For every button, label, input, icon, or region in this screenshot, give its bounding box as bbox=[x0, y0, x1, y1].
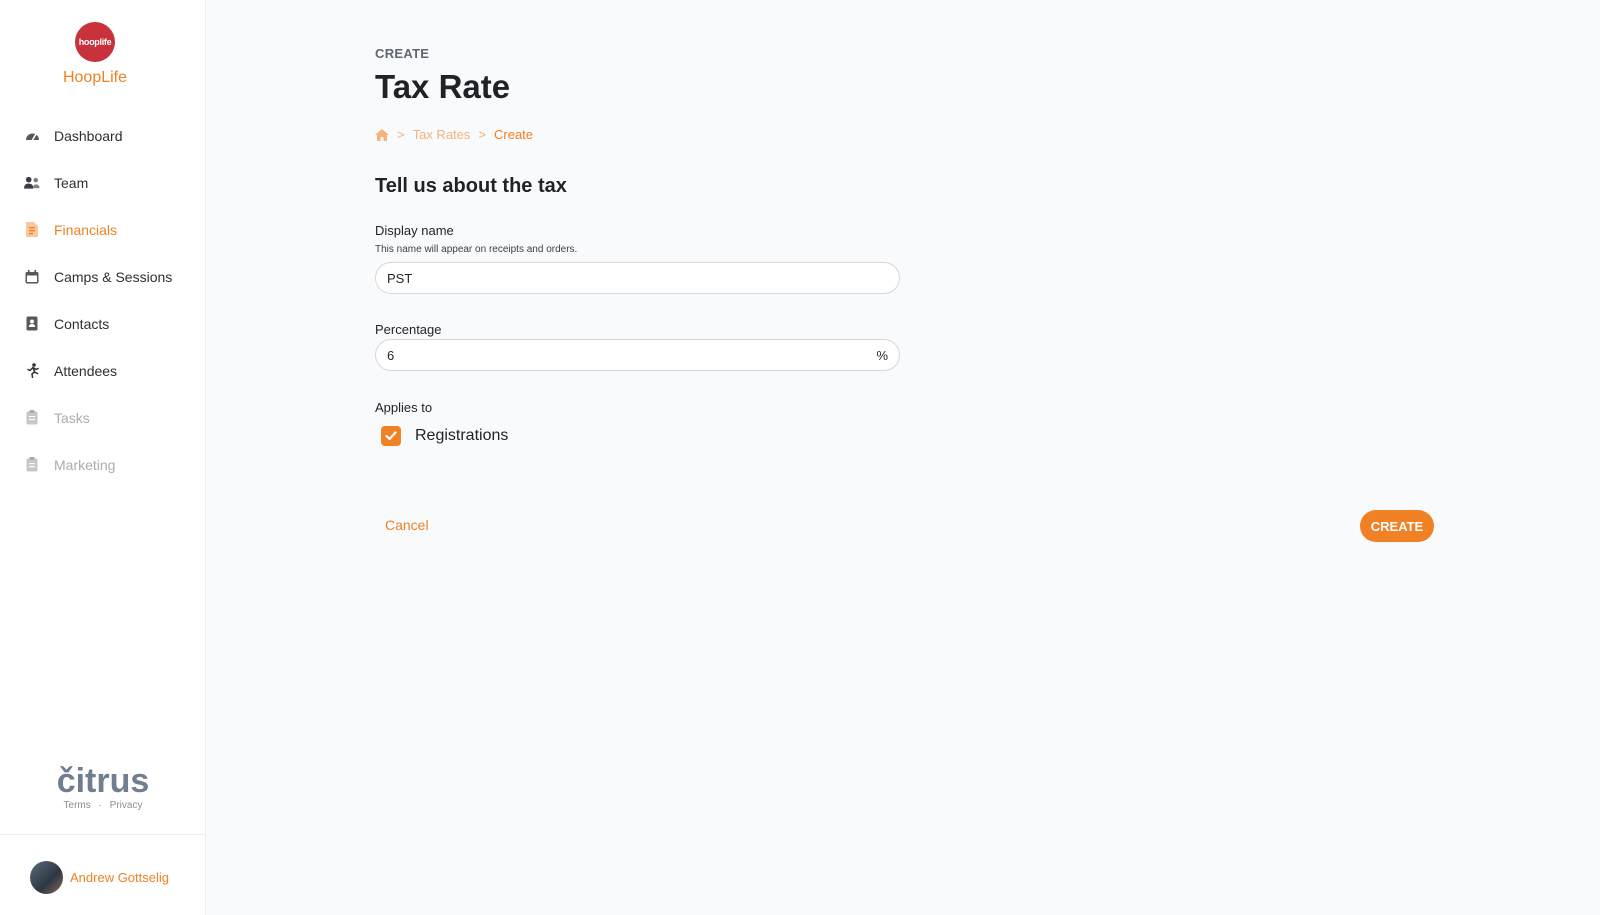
registrations-option[interactable]: Registrations bbox=[381, 426, 508, 446]
home-icon[interactable] bbox=[375, 128, 389, 141]
sidebar-item-contacts[interactable]: Contacts bbox=[0, 300, 206, 347]
brand-logo-text: hooplife bbox=[78, 37, 112, 47]
sidebar-item-label: Attendees bbox=[54, 362, 118, 379]
speedometer-icon bbox=[24, 128, 40, 144]
user-profile[interactable]: Andrew Gottselig bbox=[30, 861, 169, 894]
user-name: Andrew Gottselig bbox=[70, 870, 169, 885]
sidebar-item-camps-sessions[interactable]: Camps & Sessions bbox=[0, 253, 206, 300]
address-book-icon bbox=[24, 316, 40, 332]
percentage-field[interactable]: % bbox=[375, 339, 900, 371]
sidebar: hooplife HoopLife Dashboard Team Financi… bbox=[0, 0, 206, 915]
sidebar-item-label: Financials bbox=[54, 221, 118, 238]
sidebar-item-label: Marketing bbox=[54, 456, 116, 473]
citrus-logo: čitrus bbox=[56, 762, 150, 800]
breadcrumb-separator: > bbox=[397, 127, 405, 142]
people-icon bbox=[24, 175, 40, 191]
avatar[interactable] bbox=[30, 861, 63, 894]
cancel-button[interactable]: Cancel bbox=[385, 517, 429, 533]
sidebar-item-marketing[interactable]: Marketing bbox=[0, 441, 206, 488]
breadcrumb-current: Create bbox=[494, 127, 534, 142]
sidebar-item-team[interactable]: Team bbox=[0, 159, 206, 206]
display-name-field[interactable] bbox=[375, 262, 900, 294]
breadcrumb-tax-rates[interactable]: Tax Rates bbox=[413, 127, 471, 142]
percentage-input[interactable] bbox=[387, 347, 877, 363]
percentage-label: Percentage bbox=[375, 322, 442, 337]
brand-name: HoopLife bbox=[62, 69, 128, 86]
divider bbox=[0, 834, 206, 835]
breadcrumb: > Tax Rates > Create bbox=[375, 127, 533, 142]
breadcrumb-separator: > bbox=[478, 127, 486, 142]
citrus-branding: čitrus Terms · Privacy bbox=[0, 764, 206, 811]
running-person-icon bbox=[24, 363, 40, 379]
sidebar-item-financials[interactable]: Financials bbox=[0, 206, 206, 253]
sidebar-item-label: Dashboard bbox=[54, 127, 123, 144]
sidebar-item-tasks[interactable]: Tasks bbox=[0, 394, 206, 441]
page-eyebrow: CREATE bbox=[375, 46, 430, 61]
sidebar-item-label: Camps & Sessions bbox=[54, 268, 173, 285]
terms-link[interactable]: Terms bbox=[64, 800, 91, 811]
footer-links: Terms · Privacy bbox=[0, 800, 206, 811]
applies-to-label: Applies to bbox=[375, 400, 433, 415]
section-title: Tell us about the tax bbox=[375, 175, 567, 197]
clipboard-icon bbox=[24, 457, 40, 473]
privacy-link[interactable]: Privacy bbox=[110, 800, 143, 811]
registrations-label: Registrations bbox=[415, 427, 509, 444]
clipboard-icon bbox=[24, 410, 40, 426]
percent-suffix: % bbox=[876, 347, 888, 363]
sidebar-item-label: Team bbox=[54, 174, 89, 191]
display-name-label: Display name bbox=[375, 223, 454, 238]
receipt-icon bbox=[24, 222, 40, 238]
sidebar-nav: Dashboard Team Financials Camps & Sessio… bbox=[0, 112, 206, 488]
registrations-checkbox[interactable] bbox=[381, 426, 401, 446]
sidebar-item-dashboard[interactable]: Dashboard bbox=[0, 112, 206, 159]
display-name-hint: This name will appear on receipts and or… bbox=[375, 244, 578, 255]
sidebar-item-label: Contacts bbox=[54, 315, 110, 332]
sidebar-item-attendees[interactable]: Attendees bbox=[0, 347, 206, 394]
page-title: Tax Rate bbox=[375, 68, 511, 105]
sidebar-item-label: Tasks bbox=[54, 409, 90, 426]
footer-separator: · bbox=[98, 800, 102, 811]
calendar-icon bbox=[24, 269, 40, 285]
brand[interactable]: hooplife HoopLife bbox=[0, 22, 190, 87]
brand-logo[interactable]: hooplife bbox=[75, 22, 115, 62]
create-button[interactable]: CREATE bbox=[1360, 510, 1434, 542]
display-name-input[interactable] bbox=[387, 270, 888, 286]
checkmark-icon bbox=[385, 431, 397, 441]
